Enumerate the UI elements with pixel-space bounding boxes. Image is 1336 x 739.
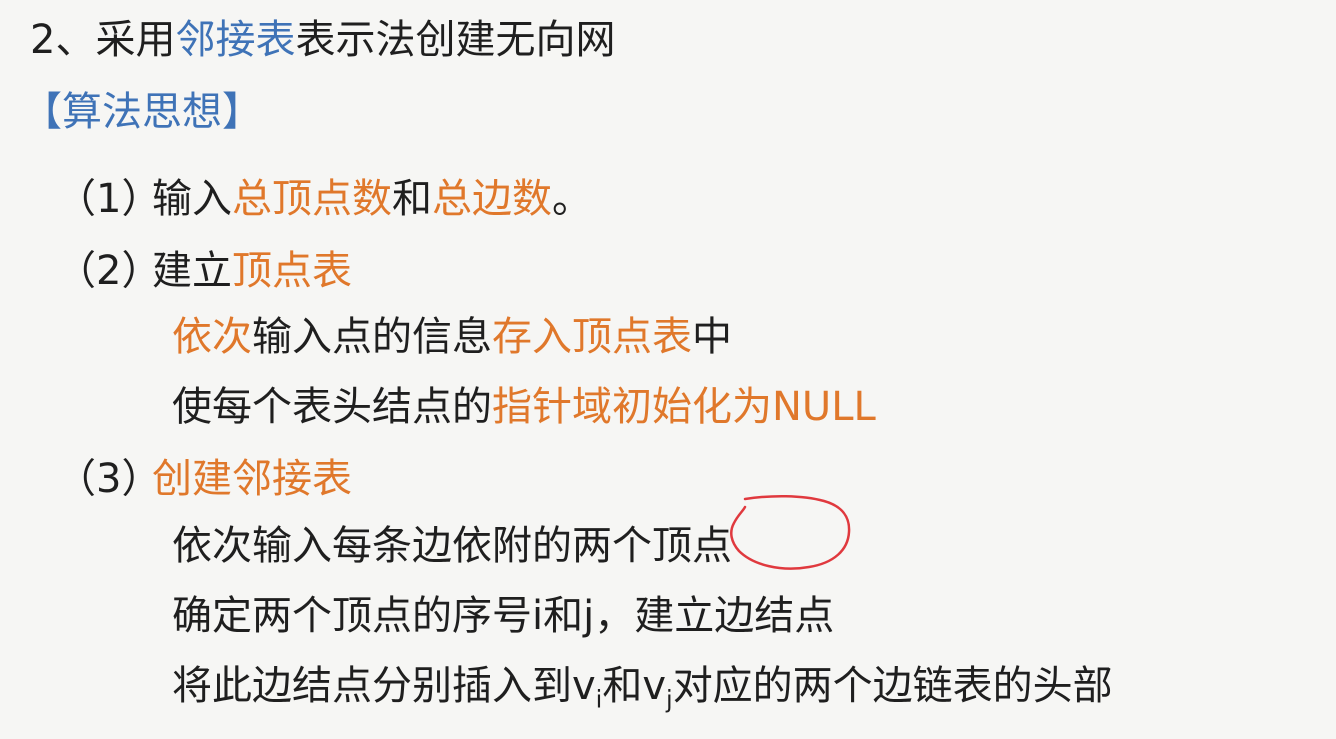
step-2-sub-2-text-a: 使每个表头结点的 (172, 384, 492, 430)
step-3: （3）创建邻接表 (56, 457, 352, 501)
title-highlight: 邻接表 (175, 17, 296, 63)
step-3-sub-3-subscript-j: j (666, 685, 673, 714)
title-suffix: 表示法创建无向网 (295, 17, 616, 63)
step-2-sub-2-highlight-a: 指针域初始化为NULL (492, 384, 876, 430)
step-3-sub-1: 依次输入每条边依附的两个顶点 (172, 524, 732, 568)
step-2-sub-1-highlight-b: 存入顶点表 (492, 314, 692, 360)
step-2-sub-1: 依次输入点的信息存入顶点表中 (172, 315, 732, 359)
step-2-text-a: 建立 (152, 248, 232, 294)
step-3-sub-1-text-b: 顶点 (652, 523, 732, 569)
step-3-sub-3-text-b: 和v (602, 663, 667, 709)
step-1-text-b: 和 (392, 176, 432, 222)
step-3-sub-3-text-c: 对应的两个边链表的头部 (672, 663, 1113, 709)
step-3-number: （3） (56, 456, 162, 502)
title-prefix: 2、采用 (30, 17, 176, 63)
step-2-sub-2: 使每个表头结点的指针域初始化为NULL (172, 385, 876, 429)
step-2: （2）建立顶点表 (56, 249, 352, 293)
slide-page: 2、采用邻接表表示法创建无向网 【算法思想】 （1）输入总顶点数和总边数。 （2… (0, 0, 1336, 739)
step-2-sub-1-highlight-a: 依次 (172, 314, 252, 360)
step-2-highlight-a: 顶点表 (232, 248, 352, 294)
step-2-number: （2） (56, 248, 162, 294)
step-3-sub-1-text-a: 依次输入每条边依附的两个 (172, 523, 652, 569)
step-1-highlight-a: 总顶点数 (232, 176, 392, 222)
step-2-sub-1-text-a: 输入点的信息 (252, 314, 492, 360)
step-3-sub-3-text-a: 将此边结点分别插入到v (172, 663, 596, 709)
vertex-circle-annotation (730, 494, 851, 570)
step-1-highlight-b: 总边数 (432, 176, 552, 222)
step-2-sub-1-text-b: 中 (692, 314, 732, 360)
step-3-sub-3: 将此边结点分别插入到vi和vj对应的两个边链表的头部 (172, 663, 1113, 711)
step-1-text-a: 输入 (152, 176, 232, 222)
page-title: 2、采用邻接表表示法创建无向网 (30, 18, 615, 62)
step-3-highlight-a: 创建邻接表 (152, 456, 352, 502)
algorithm-heading: 【算法思想】 (22, 89, 262, 135)
annotation-ink-stroke (730, 494, 851, 570)
step-1: （1）输入总顶点数和总边数。 (56, 177, 592, 221)
step-1-text-c: 。 (552, 176, 592, 222)
step-3-sub-2: 确定两个顶点的序号i和j，建立边结点 (172, 594, 834, 638)
step-3-sub-2-text-a: 确定两个顶点的序号i和j，建立边结点 (172, 593, 835, 639)
step-1-number: （1） (56, 176, 162, 222)
